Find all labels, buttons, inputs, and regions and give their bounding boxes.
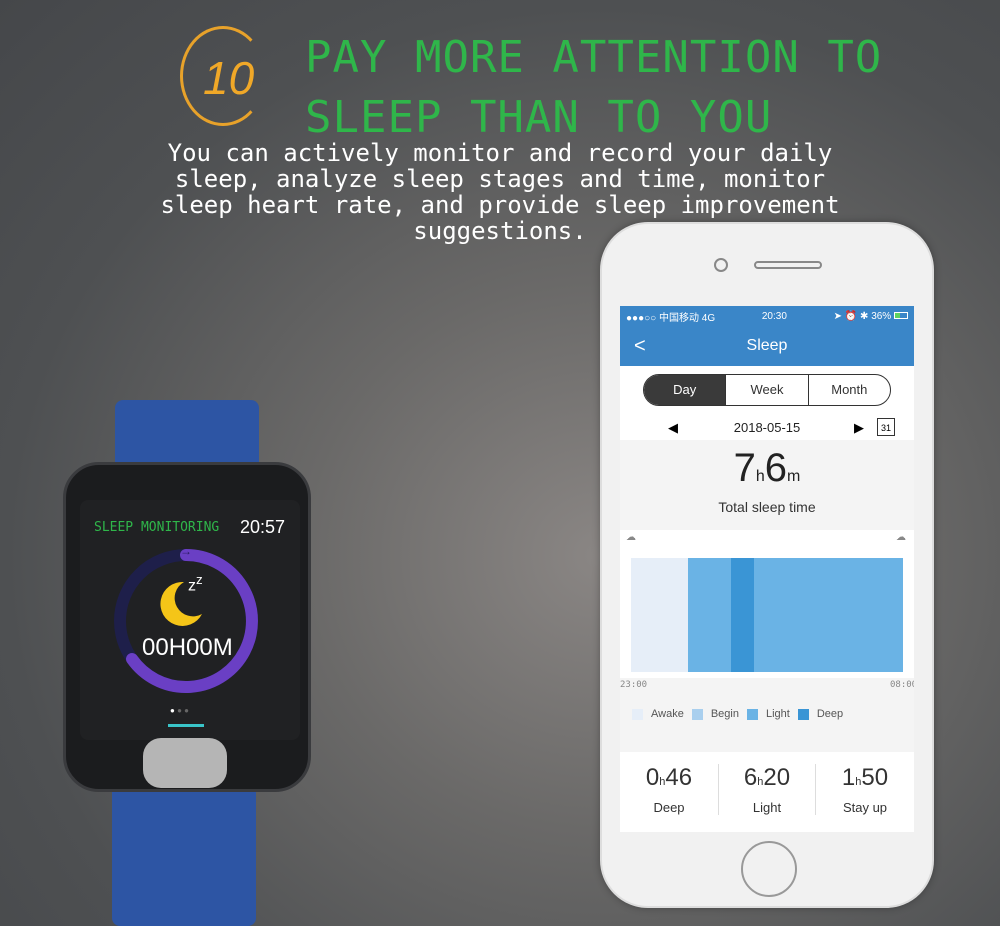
chart-legend: Awake Begin Light Deep: [632, 708, 843, 720]
total-sleep: 7h6m: [733, 446, 801, 490]
next-day-button[interactable]: ▶: [854, 420, 864, 436]
status-bar: ●●●○○ 中国移动 4G 20:30 ➤ ⏰ ✱ 36%: [620, 306, 914, 326]
stat-light: 6h20 Light: [718, 764, 816, 815]
watch-band-bottom: [112, 780, 256, 926]
tab-day[interactable]: Day: [644, 375, 726, 405]
indicator-bar: [168, 724, 204, 727]
stat-stay-up: 1h50 Stay up: [841, 764, 889, 815]
home-button[interactable]: [741, 841, 797, 897]
nav-bar: < Sleep: [620, 326, 914, 366]
headline: PAY MORE ATTENTION TO SLEEP THAN TO YOU: [305, 32, 883, 143]
segment-light: [688, 558, 731, 672]
speaker: [754, 261, 822, 269]
sleep-app: ●●●○○ 中国移动 4G 20:30 ➤ ⏰ ✱ 36% < Sleep Da…: [620, 306, 914, 832]
battery-icon: [893, 311, 908, 319]
sensor-button[interactable]: [143, 738, 227, 788]
front-camera: [714, 258, 728, 272]
calendar-icon[interactable]: 31: [877, 418, 895, 436]
period-tabs: Day Week Month: [643, 374, 891, 406]
number-badge: 10: [180, 26, 266, 126]
sunrise-icon: ☁: [896, 532, 906, 543]
segment-deep: [731, 558, 754, 672]
back-button[interactable]: <: [634, 326, 646, 366]
segment-light: [754, 558, 903, 672]
segment-awake: [631, 558, 688, 672]
page-dots[interactable]: ● ● ●: [170, 706, 189, 715]
zzz-icon: zz: [188, 572, 203, 595]
tab-week[interactable]: Week: [725, 375, 807, 405]
watch-screen: SLEEP MONITORING 20:57 → zz 00H00M ● ● ●: [80, 500, 300, 740]
arrow-icon: →: [180, 544, 192, 558]
stat-deep: 0h46 Deep: [645, 764, 693, 815]
sunset-icon: ☁: [626, 532, 636, 543]
sleep-chart: ☁ ☁: [620, 530, 914, 678]
tab-month[interactable]: Month: [807, 375, 890, 405]
